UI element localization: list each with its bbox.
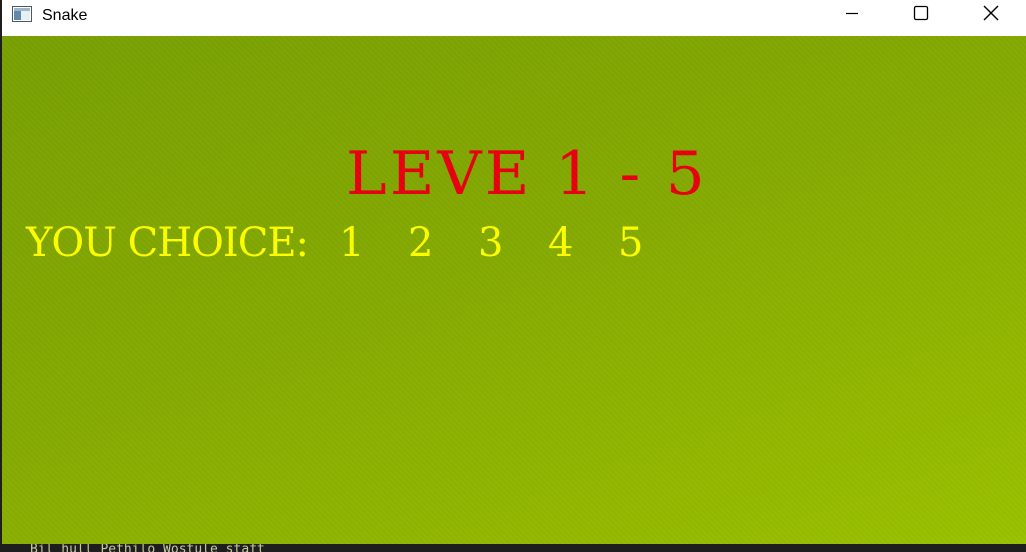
level-option-4[interactable]: 4 — [548, 218, 573, 268]
console-window-edge: Bil hull Pethilo Wostule staft — [0, 544, 1026, 552]
level-option-2[interactable]: 2 — [408, 218, 433, 268]
console-partial-text: Bil hull Pethilo Wostule staft — [30, 544, 265, 552]
app-window-icon — [12, 6, 32, 22]
close-icon — [982, 4, 1000, 27]
maximize-button[interactable] — [886, 0, 956, 30]
level-option-5[interactable]: 5 — [618, 218, 643, 268]
title-bar[interactable]: Snake — [2, 0, 1026, 36]
level-title: LEVE 1 - 5 — [346, 139, 708, 209]
window-title: Snake — [42, 7, 88, 24]
minimize-icon — [844, 5, 860, 26]
snake-window: Snake LEVE 1 - 5 YOU CHOICE: 1 2 3 4 5 — [2, 0, 1026, 552]
game-canvas[interactable]: LEVE 1 - 5 YOU CHOICE: 1 2 3 4 5 — [2, 36, 1026, 544]
choice-label: YOU CHOICE: — [26, 220, 309, 266]
close-button[interactable] — [956, 0, 1026, 30]
maximize-icon — [913, 5, 929, 26]
minimize-button[interactable] — [817, 0, 887, 30]
level-option-1[interactable]: 1 — [339, 218, 364, 268]
level-option-3[interactable]: 3 — [478, 218, 503, 268]
